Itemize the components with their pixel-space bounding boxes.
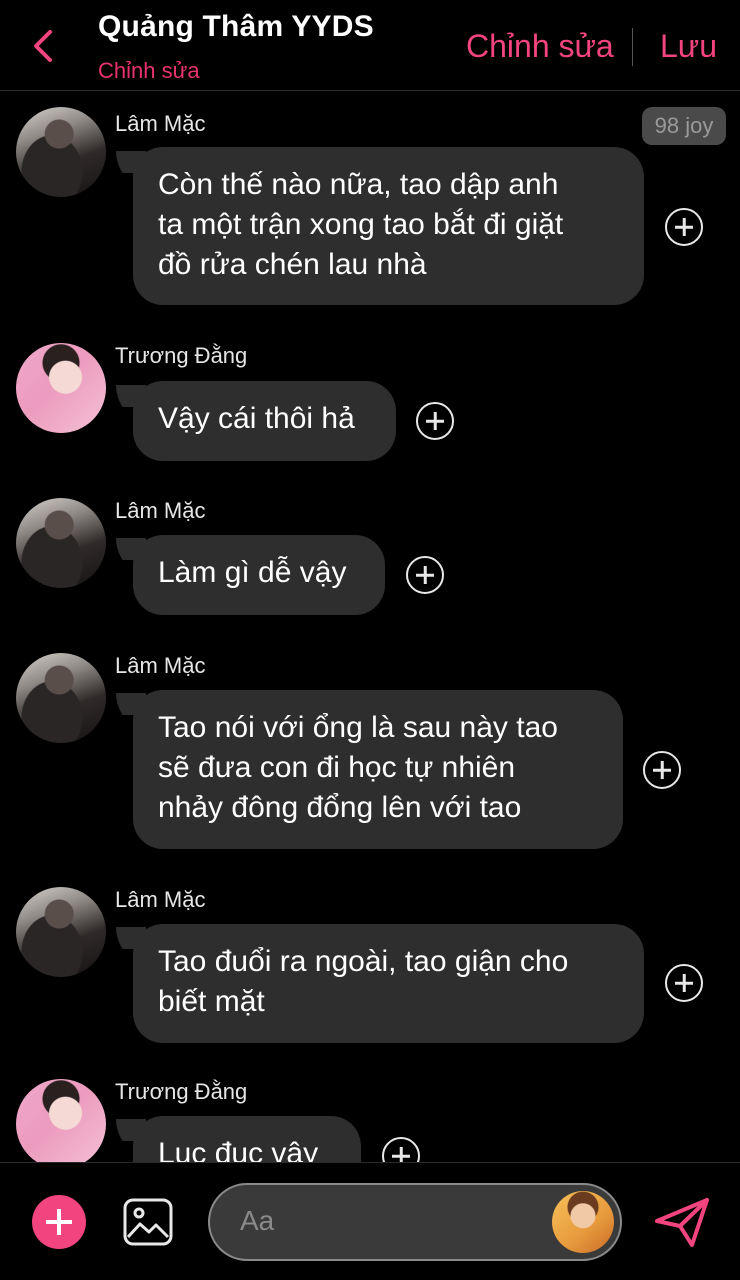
avatar[interactable] bbox=[16, 887, 106, 977]
image-icon bbox=[123, 1198, 173, 1246]
composer-bar: Aa bbox=[0, 1162, 740, 1280]
message-line: Vậy cái thôi hả bbox=[158, 402, 355, 435]
avatar[interactable] bbox=[16, 653, 106, 743]
avatar[interactable] bbox=[16, 498, 106, 588]
input-placeholder: Aa bbox=[240, 1205, 275, 1236]
message-bubble[interactable]: Lục đục vậy bbox=[133, 1116, 361, 1162]
message-line: sẽ đưa con đi học tự nhiên bbox=[158, 751, 516, 784]
image-button[interactable] bbox=[122, 1197, 174, 1247]
sender-name: Lâm Mặc bbox=[115, 498, 206, 523]
avatar[interactable] bbox=[16, 107, 106, 197]
chat-title: Quảng Thâm YYDS bbox=[98, 10, 374, 43]
message-line: Tao đuổi ra ngoài, tao giận cho bbox=[158, 945, 569, 978]
edit-button[interactable]: Chỉnh sửa bbox=[466, 28, 614, 65]
react-plus-button[interactable] bbox=[665, 964, 703, 1002]
sender-name: Trương Đằng bbox=[115, 343, 248, 368]
message-line: đồ rửa chén lau nhà bbox=[158, 248, 427, 281]
add-attachment-button[interactable] bbox=[32, 1195, 86, 1249]
message-line: biết mặt bbox=[158, 985, 265, 1018]
message-line: nhảy đông đổng lên với tao bbox=[158, 791, 522, 824]
message-line: Còn thế nào nữa, tao dập anh bbox=[158, 168, 559, 201]
message-line: Làm gì dễ vậy bbox=[158, 556, 347, 589]
send-button[interactable] bbox=[652, 1195, 712, 1249]
avatar[interactable] bbox=[16, 1079, 106, 1162]
back-button[interactable] bbox=[26, 24, 66, 68]
avatar[interactable] bbox=[16, 343, 106, 433]
react-plus-button[interactable] bbox=[416, 402, 454, 440]
sender-name: Trương Đằng bbox=[115, 1079, 248, 1104]
sender-name: Lâm Mặc bbox=[115, 887, 206, 912]
joy-badge: 98 joy bbox=[642, 107, 726, 145]
message-bubble[interactable]: Vậy cái thôi hả bbox=[133, 381, 396, 461]
header-divider bbox=[632, 28, 633, 66]
message-bubble[interactable]: Làm gì dễ vậy bbox=[133, 535, 385, 615]
chat-screen: Quảng Thâm YYDS Chỉnh sửa Chỉnh sửa Lưu … bbox=[0, 0, 740, 1280]
message-list[interactable]: 98 joy Lâm Mặc Còn thế nào nữa, tao dập … bbox=[0, 91, 740, 1162]
sender-name: Lâm Mặc bbox=[115, 653, 206, 678]
chat-header: Quảng Thâm YYDS Chỉnh sửa Chỉnh sửa Lưu bbox=[0, 0, 740, 91]
message-bubble[interactable]: Còn thế nào nữa, tao dập anh ta một trận… bbox=[133, 147, 644, 305]
send-icon bbox=[655, 1198, 709, 1247]
save-button[interactable]: Lưu bbox=[660, 28, 717, 65]
message-input[interactable]: Aa bbox=[208, 1183, 622, 1261]
message-bubble[interactable]: Tao đuổi ra ngoài, tao giận cho biết mặt bbox=[133, 924, 644, 1043]
chat-subtitle[interactable]: Chỉnh sửa bbox=[98, 58, 200, 84]
react-plus-button[interactable] bbox=[665, 208, 703, 246]
message-line: Lục đục vậy bbox=[158, 1137, 319, 1162]
message-bubble[interactable]: Tao nói với ổng là sau này tao sẽ đưa co… bbox=[133, 690, 623, 849]
react-plus-button[interactable] bbox=[643, 751, 681, 789]
sender-name: Lâm Mặc bbox=[115, 111, 206, 136]
message-line: ta một trận xong tao bắt đi giặt bbox=[158, 208, 564, 241]
react-plus-button[interactable] bbox=[382, 1137, 420, 1162]
sticker-avatar-button[interactable] bbox=[552, 1191, 614, 1253]
back-chevron-icon bbox=[34, 30, 52, 62]
react-plus-button[interactable] bbox=[406, 556, 444, 594]
message-line: Tao nói với ổng là sau này tao bbox=[158, 711, 558, 744]
